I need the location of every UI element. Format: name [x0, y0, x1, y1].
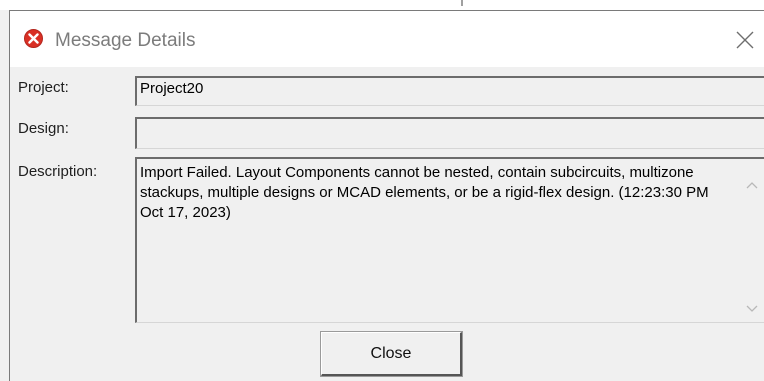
close-button[interactable]: Close	[320, 331, 463, 377]
project-label: Project:	[18, 79, 69, 96]
title-bar[interactable]: Message Details	[10, 11, 764, 67]
description-field[interactable]: Import Failed. Layout Components cannot …	[135, 157, 764, 323]
description-label: Description:	[18, 163, 98, 180]
error-icon	[24, 29, 43, 48]
scroll-down-icon[interactable]	[745, 301, 759, 312]
dialog-title: Message Details	[55, 30, 196, 51]
scroll-up-icon[interactable]	[745, 177, 759, 189]
design-label: Design:	[18, 120, 69, 137]
message-details-dialog: Message Details Project: Project20 Desig…	[9, 10, 764, 381]
description-scrollbar[interactable]	[739, 159, 764, 323]
background-divider	[461, 0, 463, 6]
background-window-strip	[0, 0, 764, 10]
project-field[interactable]: Project20	[135, 76, 764, 106]
close-icon[interactable]	[734, 29, 756, 51]
description-text: Import Failed. Layout Components cannot …	[140, 164, 709, 221]
design-field[interactable]	[135, 117, 764, 149]
